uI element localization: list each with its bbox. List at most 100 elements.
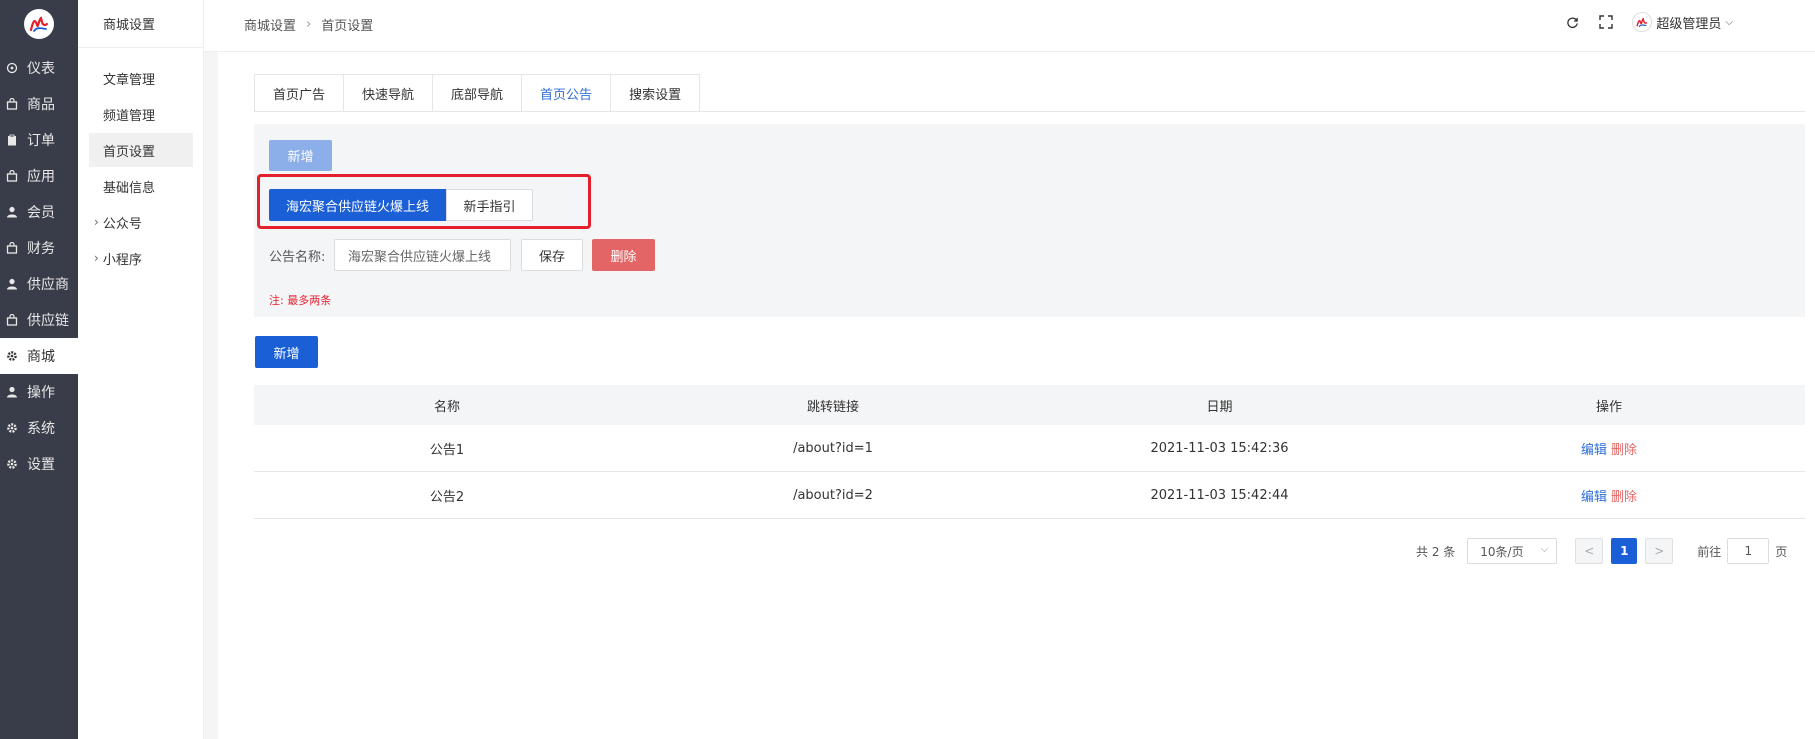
edit-link[interactable]: 编辑 [1581, 486, 1607, 505]
goto-suffix: 页 [1775, 544, 1788, 559]
column-header: 跳转链接 [806, 399, 859, 415]
prev-page-button[interactable]: < [1575, 538, 1604, 564]
subnav-item-basic-info[interactable]: 基础信息 [89, 169, 193, 203]
clipboard-icon [6, 134, 18, 146]
total-count: 共 2 条 [1416, 544, 1456, 559]
bag-icon [6, 242, 18, 254]
subnav-item-homepage-settings[interactable]: 首页设置 [89, 133, 193, 167]
chevron-right-icon: › [94, 251, 99, 265]
subnav-title: 商城设置 [78, 0, 204, 48]
sidebar-item-label: 设置 [27, 457, 55, 473]
delete-link[interactable]: 删除 [1611, 439, 1637, 458]
cell-name: 公告2 [429, 489, 465, 505]
bag-icon [6, 170, 18, 182]
sub-sidebar: 商城设置 文章管理 频道管理 首页设置 基础信息 › 公众号 › 小程序 [78, 0, 204, 739]
subnav-item-channels[interactable]: 频道管理 [89, 97, 193, 131]
content-gutter [204, 52, 218, 739]
limit-note: 注: 最多两条 [269, 294, 332, 307]
cell-date: 2021-11-03 15:42:44 [1150, 487, 1289, 503]
tab-homepage-ads[interactable]: 首页广告 [255, 75, 345, 112]
logo-area [0, 0, 78, 48]
sidebar-item-suppliers[interactable]: 供应商 [0, 266, 78, 302]
page-number-current[interactable]: 1 [1611, 538, 1638, 564]
delete-link[interactable]: 删除 [1611, 486, 1637, 505]
highlight-box [257, 174, 591, 229]
sidebar-item-operations[interactable]: 操作 [0, 374, 78, 410]
gear-icon [6, 350, 18, 362]
avatar [1632, 12, 1653, 32]
sidebar-item-label: 商城 [27, 349, 55, 365]
subnav-item-label: 文章管理 [103, 72, 156, 88]
sidebar-item-label: 财务 [27, 241, 55, 257]
refresh-icon[interactable] [1564, 14, 1580, 30]
list-add-button[interactable]: 新增 [255, 336, 318, 368]
edit-link[interactable]: 编辑 [1581, 439, 1607, 458]
sidebar-item-finance[interactable]: 财务 [0, 230, 78, 266]
subnav-item-label: 首页设置 [103, 144, 156, 160]
sidebar-item-mall[interactable]: 商城 [0, 338, 78, 374]
sidebar-item-products[interactable]: 商品 [0, 86, 78, 122]
tab-homepage-notice[interactable]: 首页公告 [522, 75, 612, 112]
column-header: 名称 [433, 399, 460, 415]
table-row: 公告1 /about?id=1 2021-11-03 15:42:36 编辑 删… [254, 425, 1805, 472]
cell-date: 2021-11-03 15:42:36 [1150, 440, 1289, 456]
bag-icon [6, 98, 18, 110]
sidebar-item-members[interactable]: 会员 [0, 194, 78, 230]
gear-icon [6, 422, 18, 434]
breadcrumb-item[interactable]: 商城设置 [244, 15, 296, 34]
chevron-down-icon: ⌵ [1725, 16, 1733, 28]
top-header: 商城设置 › 首页设置 超级管理员 ⌵ [204, 0, 1815, 52]
sidebar-item-settings[interactable]: 设置 [0, 446, 78, 482]
subnav-item-label: 频道管理 [103, 108, 156, 124]
next-page-button[interactable]: > [1645, 538, 1674, 564]
sidebar-item-label: 应用 [27, 169, 55, 185]
sidebar-item-label: 仪表 [27, 61, 55, 77]
page-size-value: 10条/页 [1480, 544, 1524, 559]
tab-search-settings[interactable]: 搜索设置 [611, 75, 700, 112]
user-icon [6, 206, 18, 218]
logo-icon[interactable] [24, 9, 54, 39]
subnav-item-official-account[interactable]: › 公众号 [89, 205, 193, 239]
sidebar-item-dashboard[interactable]: 仪表 [0, 50, 78, 86]
sidebar-item-label: 商品 [27, 97, 55, 113]
settings-tabs: 首页广告 快速导航 底部导航 首页公告 搜索设置 [254, 74, 701, 112]
page-size-select[interactable]: 10条/页 ⌵ [1467, 538, 1558, 564]
notice-name-input[interactable]: 海宏聚合供应链火爆上线 [334, 239, 511, 271]
subnav-item-mini-program[interactable]: › 小程序 [89, 241, 193, 275]
sidebar-item-label: 供应链 [27, 313, 69, 329]
header-actions: 超级管理员 ⌵ [1564, 12, 1733, 32]
notice-name-label: 公告名称: [269, 250, 326, 265]
fullscreen-icon[interactable] [1598, 14, 1614, 30]
goto-prefix: 前往 [1697, 544, 1722, 559]
sidebar-item-system[interactable]: 系统 [0, 410, 78, 446]
app-root: 仪表 商品 订单 应用 会员 财务 供应商 供应链 商城 操作 系统 设置 商城… [0, 0, 1815, 739]
tab-quick-nav[interactable]: 快速导航 [344, 75, 434, 112]
user-icon [6, 278, 18, 290]
table-row: 公告2 /about?id=2 2021-11-03 15:42:44 编辑 删… [254, 472, 1805, 519]
goto-page-input[interactable]: 1 [1727, 538, 1770, 564]
delete-button[interactable]: 删除 [592, 239, 655, 271]
sidebar-item-label: 操作 [27, 385, 55, 401]
user-menu[interactable]: 超级管理员 ⌵ [1632, 12, 1733, 32]
chevron-right-icon: › [94, 215, 99, 229]
user-name: 超级管理员 [1656, 16, 1722, 32]
cell-name: 公告1 [429, 442, 465, 458]
pagination: 共 2 条 10条/页 ⌵ < 1 > 前往 1 页 [1416, 538, 1787, 564]
subnav-item-label: 公众号 [102, 216, 142, 232]
sidebar-item-supply-chain[interactable]: 供应链 [0, 302, 78, 338]
column-header: 操作 [1595, 399, 1622, 415]
subnav-item-articles[interactable]: 文章管理 [89, 61, 193, 95]
column-header: 日期 [1206, 399, 1233, 415]
main-sidebar: 仪表 商品 订单 应用 会员 财务 供应商 供应链 商城 操作 系统 设置 [0, 0, 78, 739]
panel-add-button[interactable]: 新增 [269, 140, 332, 171]
tab-bottom-nav[interactable]: 底部导航 [433, 75, 523, 112]
sidebar-item-orders[interactable]: 订单 [0, 122, 78, 158]
save-button[interactable]: 保存 [521, 239, 583, 271]
gear-icon [6, 458, 18, 470]
dashboard-icon [6, 62, 18, 74]
breadcrumb-item: 首页设置 [321, 19, 374, 34]
sidebar-item-apps[interactable]: 应用 [0, 158, 78, 194]
cell-actions: 编辑 删除 [1413, 472, 1805, 518]
notice-table: 名称 跳转链接 日期 操作 公告1 /about?id=1 2021-11-03… [254, 385, 1805, 519]
sidebar-item-label: 系统 [27, 421, 55, 437]
